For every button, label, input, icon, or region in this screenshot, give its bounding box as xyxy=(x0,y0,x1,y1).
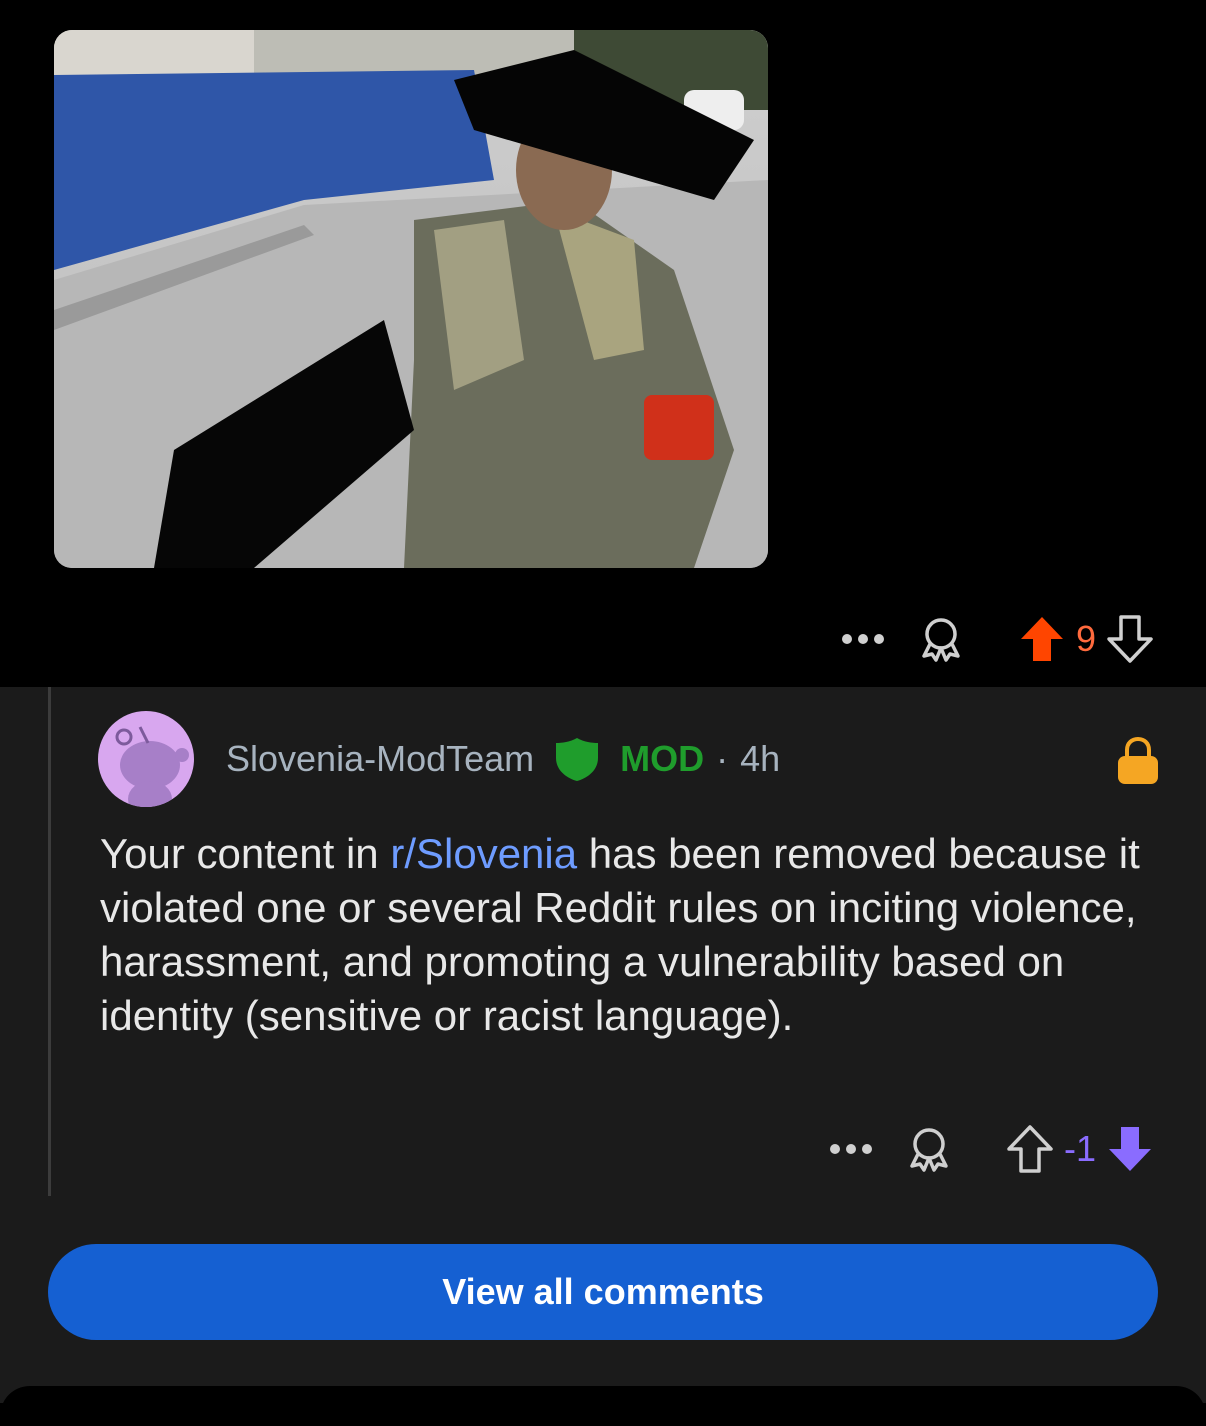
more-options-button[interactable] xyxy=(838,614,888,664)
snoo-avatar-icon xyxy=(115,726,189,807)
award-icon xyxy=(922,618,960,662)
comment-body-text-1: Your content in xyxy=(100,830,391,877)
more-dots-icon xyxy=(841,634,884,644)
mod-badge: MOD xyxy=(620,738,705,779)
meta-separator: · xyxy=(716,738,729,779)
photo-illustration xyxy=(54,30,768,568)
downvote-button[interactable] xyxy=(1104,613,1156,665)
comment-award-button[interactable] xyxy=(902,1122,956,1176)
view-all-comments-button[interactable]: View all comments xyxy=(48,1244,1158,1340)
comment-action-bar: -1 xyxy=(826,1122,1156,1176)
next-card-edge xyxy=(0,1386,1206,1426)
username[interactable]: Slovenia-ModTeam xyxy=(226,738,534,780)
avatar[interactable] xyxy=(98,711,194,807)
comment-more-options-button[interactable] xyxy=(826,1124,876,1174)
lock-icon xyxy=(1118,737,1158,784)
comment-score: -1 xyxy=(1063,1128,1096,1169)
more-dots-icon xyxy=(829,1144,872,1154)
comment: Slovenia-ModTeam MOD · 4h Your content i… xyxy=(0,687,1206,1196)
mod-shield-icon xyxy=(556,738,599,781)
comment-upvote-button[interactable] xyxy=(1004,1123,1056,1175)
comment-meta: Slovenia-ModTeam MOD · 4h xyxy=(226,731,780,787)
award-icon xyxy=(910,1128,948,1172)
subreddit-link[interactable]: r/Slovenia xyxy=(390,830,577,877)
award-button[interactable] xyxy=(914,612,968,666)
upvote-button[interactable] xyxy=(1016,613,1068,665)
thread-line[interactable] xyxy=(48,687,51,1196)
comment-downvote-button[interactable] xyxy=(1104,1123,1156,1175)
comment-time: 4h xyxy=(740,738,781,779)
upvote-outline-icon xyxy=(1007,1125,1053,1173)
post: 9 xyxy=(0,0,1206,687)
upvote-filled-icon xyxy=(1020,617,1063,661)
post-action-bar: 9 xyxy=(838,612,1156,666)
downvote-filled-icon xyxy=(1109,1127,1151,1171)
downvote-outline-icon xyxy=(1107,615,1153,663)
comments-footer: View all comments xyxy=(0,1196,1206,1426)
comment-body: Your content in r/Slovenia has been remo… xyxy=(100,827,1140,1043)
post-image[interactable] xyxy=(54,30,768,568)
post-score: 9 xyxy=(1075,618,1096,659)
